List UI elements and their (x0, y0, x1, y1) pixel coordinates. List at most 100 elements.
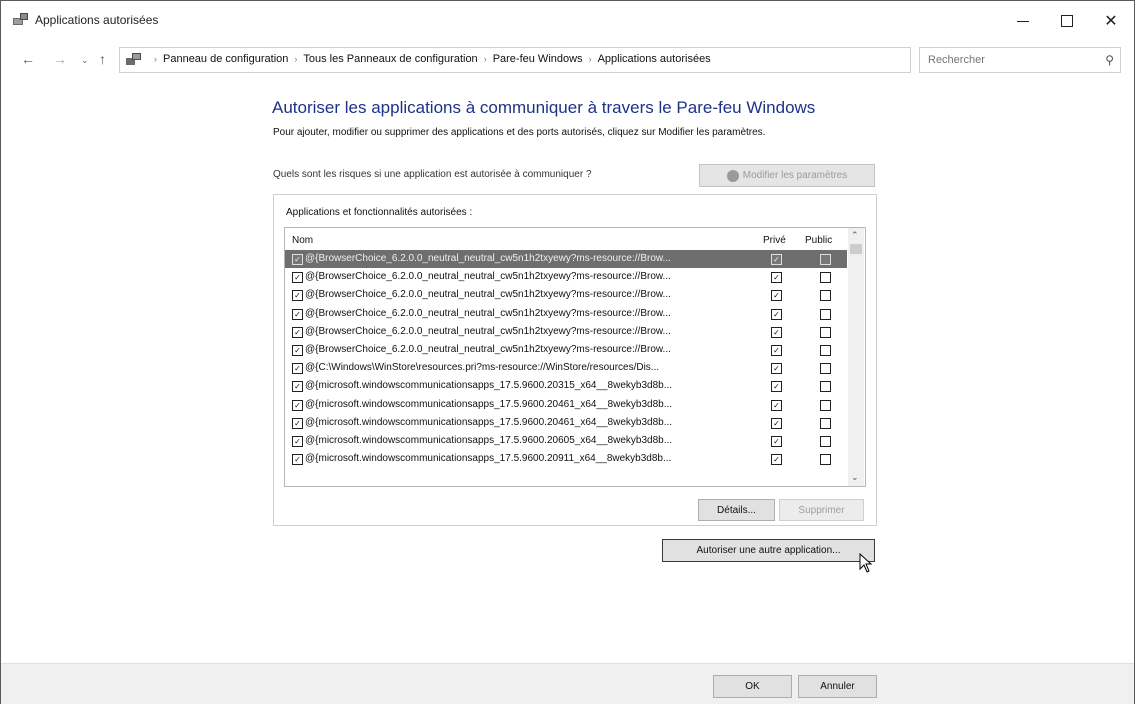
public-checkbox[interactable] (820, 326, 831, 338)
minimize-icon (1017, 20, 1029, 22)
public-checkbox[interactable] (820, 417, 831, 429)
private-checkbox[interactable]: ✓ (771, 272, 782, 284)
app-name: @{microsoft.windowscommunicationsapps_17… (305, 453, 672, 465)
allowed-apps-list[interactable]: Nom Privé Public ✓ @{BrowserChoice_6.2.0.… (284, 227, 866, 487)
enabled-checkbox[interactable]: ✓ (292, 344, 303, 356)
table-row[interactable]: ✓ @{BrowserChoice_6.2.0.0_neutral_neutral… (285, 250, 847, 269)
column-private-header[interactable]: Privé (763, 235, 786, 246)
firewall-allowed-apps-window: Applications autorisées ✕ ← → ⌄ ↑ › Panne… (0, 0, 1135, 704)
enabled-checkbox[interactable]: ✓ (292, 290, 303, 302)
app-name: @{BrowserChoice_6.2.0.0_neutral_neutral_… (305, 307, 671, 319)
enabled-checkbox[interactable]: ✓ (292, 381, 303, 393)
enabled-checkbox[interactable]: ✓ (292, 399, 303, 411)
column-public-header[interactable]: Public (805, 235, 832, 246)
cancel-button[interactable]: Annuler (798, 675, 877, 698)
search-icon[interactable]: ⚲ (1105, 53, 1114, 67)
modify-settings-button[interactable]: Modifier les paramètres (699, 164, 875, 187)
ok-button[interactable]: OK (713, 675, 792, 698)
breadcrumb-firewall[interactable]: Pare-feu Windows (493, 53, 583, 65)
public-checkbox[interactable] (820, 254, 831, 265)
list-header: Nom Privé Public (285, 228, 847, 248)
enabled-checkbox[interactable]: ✓ (292, 417, 303, 429)
details-button[interactable]: Détails... (698, 499, 775, 521)
breadcrumb-allowed-apps[interactable]: Applications autorisées (598, 53, 711, 65)
modify-settings-label: Modifier les paramètres (742, 170, 848, 181)
page-description: Pour ajouter, modifier ou supprimer des … (273, 127, 766, 138)
breadcrumb-control-panel[interactable]: Panneau de configuration (163, 53, 288, 65)
scroll-up-icon[interactable]: ⌃ (851, 230, 859, 241)
dialog-footer: OK Annuler (1, 663, 1134, 704)
public-checkbox[interactable] (820, 435, 831, 447)
firewall-icon (13, 13, 28, 25)
private-checkbox[interactable]: ✓ (771, 308, 782, 320)
up-arrow-icon[interactable]: ↑ (99, 51, 106, 67)
allow-another-app-button[interactable]: Autoriser une autre application... (662, 539, 875, 562)
back-arrow-icon[interactable]: ← (21, 51, 35, 67)
table-row[interactable]: ✓ @{BrowserChoice_6.2.0.0_neutral_neutral… (285, 268, 847, 286)
enabled-checkbox[interactable]: ✓ (292, 435, 303, 447)
table-row[interactable]: ✓ @{BrowserChoice_6.2.0.0_neutral_neutral… (285, 286, 847, 304)
recent-locations-chevron-icon[interactable]: ⌄ (81, 55, 89, 66)
enabled-checkbox[interactable]: ✓ (292, 308, 303, 320)
breadcrumb-separator-icon: › (483, 54, 487, 64)
vertical-scrollbar[interactable]: ⌃ ⌄ (848, 228, 864, 486)
maximize-icon (1061, 15, 1073, 27)
table-row[interactable]: ✓ @{microsoft.windowscommunicationsapps_1… (285, 396, 847, 414)
table-row[interactable]: ✓ @{BrowserChoice_6.2.0.0_neutral_neutral… (285, 323, 847, 341)
private-checkbox[interactable]: ✓ (771, 363, 782, 375)
app-name: @{microsoft.windowscommunicationsapps_17… (305, 434, 673, 446)
app-name: @{C:\Windows\WinStore\resources.pri?ms-r… (305, 362, 660, 374)
mouse-pointer-icon (859, 553, 873, 573)
table-row[interactable]: ✓ @{BrowserChoice_6.2.0.0_neutral_neutral… (285, 341, 847, 359)
breadcrumb: › Panneau de configuration › Tous les Panne… (148, 53, 711, 65)
table-row[interactable]: ✓ @{microsoft.windowscommunicationsapps_1… (285, 432, 847, 450)
enabled-checkbox[interactable]: ✓ (292, 454, 303, 466)
public-checkbox[interactable] (820, 308, 831, 320)
private-checkbox[interactable]: ✓ (771, 381, 782, 393)
maximize-button[interactable] (1045, 7, 1089, 35)
enabled-checkbox[interactable]: ✓ (292, 326, 303, 338)
enabled-checkbox[interactable]: ✓ (292, 272, 303, 284)
app-name: @{microsoft.windowscommunicationsapps_17… (305, 416, 673, 428)
scroll-down-icon[interactable]: ⌄ (851, 472, 859, 483)
table-row[interactable]: ✓ @{microsoft.windowscommunicationsapps_1… (285, 414, 847, 432)
private-checkbox[interactable]: ✓ (771, 399, 782, 411)
forward-arrow-icon[interactable]: → (53, 51, 67, 67)
table-row[interactable]: ✓ @{C:\Windows\WinStore\resources.pri?ms-… (285, 359, 847, 377)
search-input[interactable] (926, 53, 1080, 67)
minimize-button[interactable] (1001, 7, 1045, 35)
private-checkbox[interactable]: ✓ (771, 254, 782, 265)
private-checkbox[interactable]: ✓ (771, 344, 782, 356)
window-title: Applications autorisées (35, 13, 159, 27)
private-checkbox[interactable]: ✓ (771, 417, 782, 429)
public-checkbox[interactable] (820, 381, 831, 393)
breadcrumb-all-panels[interactable]: Tous les Panneaux de configuration (303, 53, 477, 65)
allowed-apps-label: Applications et fonctionnalités autorisé… (286, 207, 473, 218)
enabled-checkbox[interactable]: ✓ (292, 363, 303, 375)
public-checkbox[interactable] (820, 363, 831, 375)
table-row[interactable]: ✓ @{BrowserChoice_6.2.0.0_neutral_neutral… (285, 305, 847, 323)
public-checkbox[interactable] (820, 272, 831, 284)
private-checkbox[interactable]: ✓ (771, 290, 782, 302)
private-checkbox[interactable]: ✓ (771, 435, 782, 447)
close-button[interactable]: ✕ (1089, 7, 1133, 35)
scroll-thumb[interactable] (850, 244, 862, 254)
enabled-checkbox[interactable]: ✓ (292, 254, 303, 265)
app-name: @{microsoft.windowscommunicationsapps_17… (305, 398, 673, 410)
address-bar[interactable]: › Panneau de configuration › Tous les Panne… (119, 47, 1017, 73)
private-checkbox[interactable]: ✓ (771, 326, 782, 338)
private-checkbox[interactable]: ✓ (771, 454, 782, 466)
table-row[interactable]: ✓ @{microsoft.windowscommunicationsapps_1… (285, 377, 847, 395)
public-checkbox[interactable] (820, 290, 831, 302)
breadcrumb-separator-icon: › (294, 54, 298, 64)
table-row[interactable]: ✓ @{microsoft.windowscommunicationsapps_1… (285, 450, 847, 468)
risks-link[interactable]: Quels sont les risques si une applicatio… (273, 169, 592, 180)
app-name: @{microsoft.windowscommunicationsapps_17… (305, 380, 673, 392)
public-checkbox[interactable] (820, 399, 831, 411)
search-box[interactable]: ⚲ (919, 47, 1121, 73)
list-rows: ✓ @{BrowserChoice_6.2.0.0_neutral_neutral… (285, 250, 847, 468)
public-checkbox[interactable] (820, 344, 831, 356)
column-name-header[interactable]: Nom (292, 235, 313, 246)
public-checkbox[interactable] (820, 454, 831, 466)
delete-button[interactable]: Supprimer (779, 499, 864, 521)
